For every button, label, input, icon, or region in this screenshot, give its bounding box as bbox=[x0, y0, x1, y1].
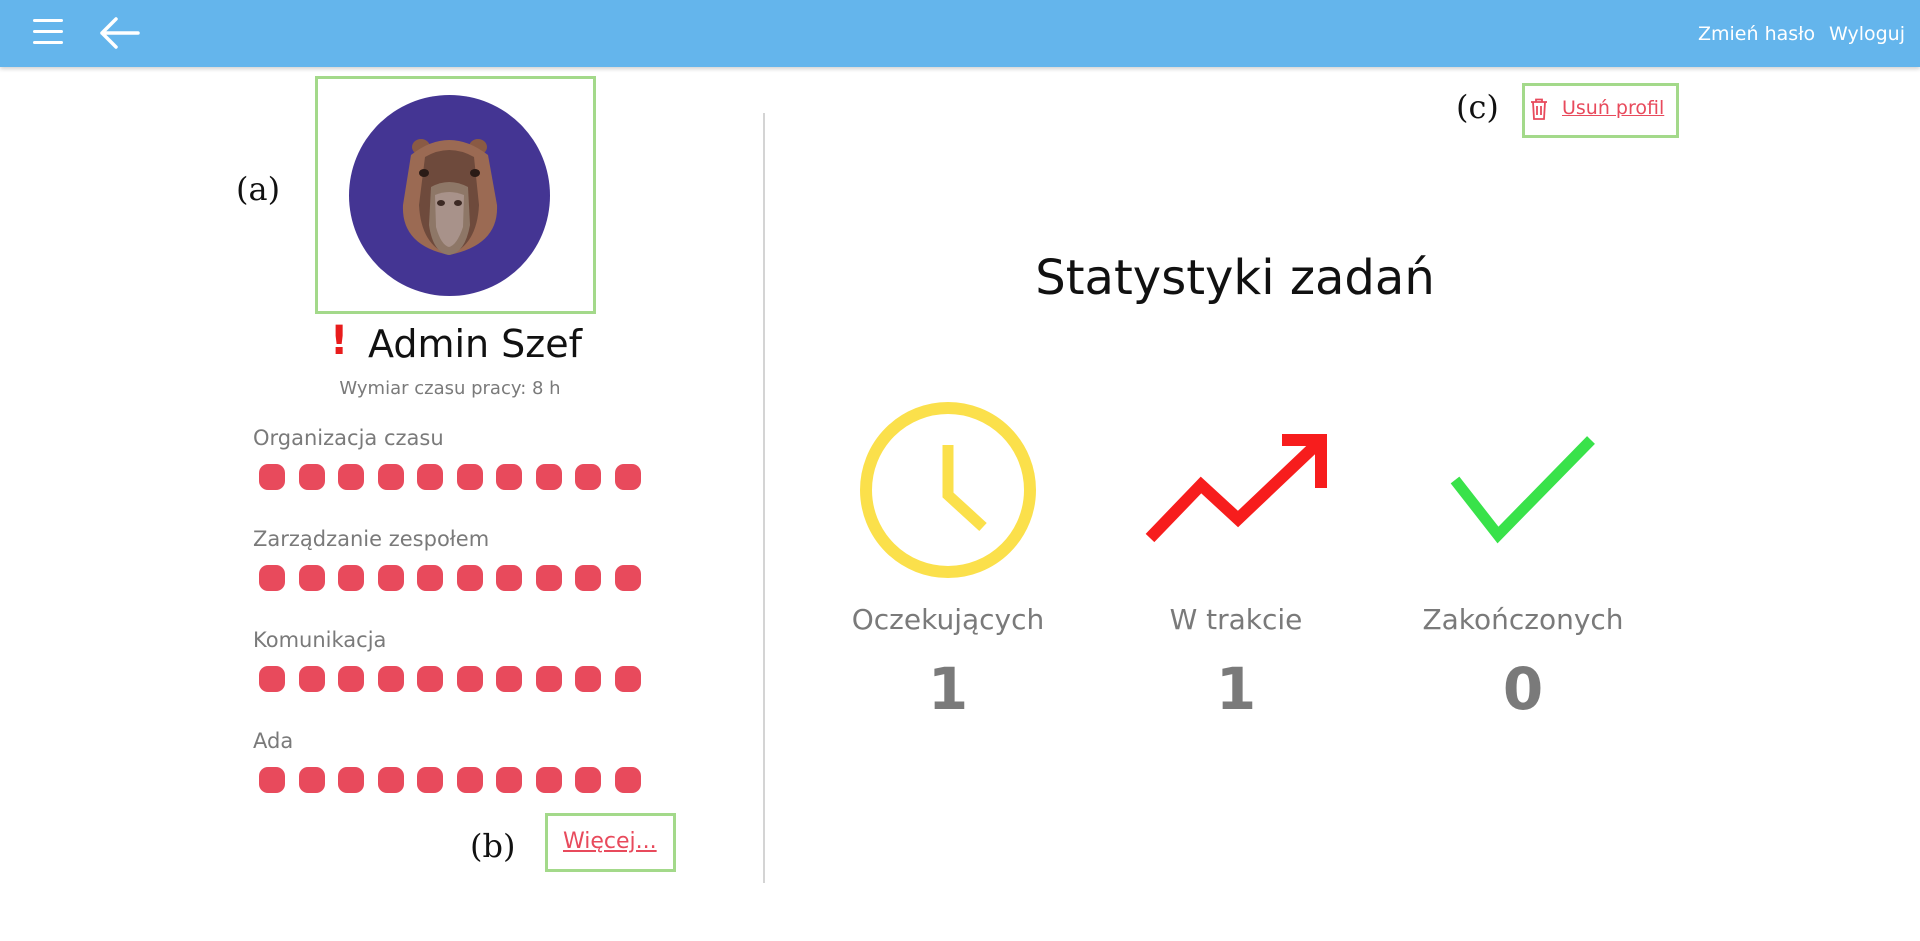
rating-dot bbox=[456, 464, 483, 490]
rating-dot bbox=[377, 666, 404, 692]
skill-item: Ada bbox=[253, 729, 653, 809]
rating-dot bbox=[417, 464, 443, 490]
top-app-bar: Zmień hasło Wyloguj bbox=[0, 0, 1920, 67]
skill-rating bbox=[259, 565, 659, 591]
rating-dot bbox=[575, 464, 601, 490]
rating-dot bbox=[377, 464, 404, 490]
rating-dot bbox=[377, 767, 404, 793]
skill-rating bbox=[259, 767, 659, 793]
rating-dot bbox=[535, 767, 562, 793]
rating-dot bbox=[496, 464, 522, 490]
skill-label: Organizacja czasu bbox=[253, 426, 444, 450]
hamburger-menu-icon[interactable] bbox=[33, 19, 63, 45]
check-icon bbox=[1450, 436, 1595, 544]
rating-dot bbox=[614, 464, 641, 490]
more-skills-link[interactable]: Więcej... bbox=[563, 829, 657, 854]
rating-dot bbox=[575, 565, 601, 591]
skill-item: Organizacja czasu bbox=[253, 426, 653, 506]
panel-divider bbox=[763, 113, 765, 883]
rating-dot bbox=[496, 565, 522, 591]
stat-value: 0 bbox=[1502, 655, 1544, 723]
stat-label: Oczekujących bbox=[851, 603, 1045, 636]
stats-title: Statystyki zadań bbox=[1035, 250, 1435, 306]
rating-dot bbox=[298, 666, 325, 692]
rating-dot bbox=[259, 464, 285, 490]
logout-link[interactable]: Wyloguj bbox=[1829, 23, 1905, 45]
rating-dot bbox=[496, 767, 522, 793]
rating-dot bbox=[338, 565, 364, 591]
rating-dot bbox=[298, 767, 325, 793]
rating-dot bbox=[614, 565, 641, 591]
rating-dot bbox=[259, 767, 285, 793]
skill-label: Komunikacja bbox=[253, 628, 387, 652]
rating-dot bbox=[456, 767, 483, 793]
callout-label-b: (b) bbox=[470, 827, 516, 865]
callout-label-c: (c) bbox=[1456, 88, 1499, 126]
rating-dot bbox=[259, 565, 285, 591]
rating-dot bbox=[298, 464, 325, 490]
stat-value: 1 bbox=[927, 655, 969, 723]
trending-up-icon bbox=[1145, 434, 1327, 543]
stat-in-progress: W trakcie 1 bbox=[1116, 395, 1356, 735]
rating-dot bbox=[535, 565, 562, 591]
rating-dot bbox=[417, 565, 443, 591]
skill-rating bbox=[259, 666, 659, 692]
stat-pending: Oczekujących 1 bbox=[828, 395, 1068, 735]
stat-completed: Zakończonych 0 bbox=[1403, 395, 1643, 735]
rating-dot bbox=[259, 666, 285, 692]
skill-item: Zarządzanie zespołem bbox=[253, 527, 653, 607]
rating-dot bbox=[338, 666, 364, 692]
rating-dot bbox=[417, 767, 443, 793]
rating-dot bbox=[456, 565, 483, 591]
trash-icon[interactable] bbox=[1530, 98, 1548, 120]
rating-dot bbox=[535, 666, 562, 692]
rating-dot bbox=[496, 666, 522, 692]
user-name: Admin Szef bbox=[368, 322, 583, 366]
rating-dot bbox=[417, 666, 443, 692]
callout-label-a: (a) bbox=[236, 170, 281, 208]
rating-dot bbox=[614, 666, 641, 692]
skill-rating bbox=[259, 464, 659, 490]
rating-dot bbox=[575, 767, 601, 793]
skill-label: Zarządzanie zespołem bbox=[253, 527, 490, 551]
stat-label: W trakcie bbox=[1169, 603, 1303, 636]
rating-dot bbox=[456, 666, 483, 692]
rating-dot bbox=[377, 565, 404, 591]
rating-dot bbox=[614, 767, 641, 793]
skill-label: Ada bbox=[253, 729, 294, 753]
rating-dot bbox=[338, 767, 364, 793]
alert-icon: ! bbox=[330, 318, 349, 364]
skill-item: Komunikacja bbox=[253, 628, 653, 708]
rating-dot bbox=[575, 666, 601, 692]
change-password-link[interactable]: Zmień hasło bbox=[1698, 23, 1815, 45]
clock-icon bbox=[860, 402, 1036, 578]
rating-dot bbox=[338, 464, 364, 490]
stat-value: 1 bbox=[1215, 655, 1257, 723]
stat-label: Zakończonych bbox=[1422, 603, 1624, 636]
delete-profile-link[interactable]: Usuń profil bbox=[1562, 97, 1664, 119]
work-hours-text: Wymiar czasu pracy: 8 h bbox=[339, 378, 561, 399]
capybara-avatar-icon[interactable] bbox=[349, 95, 550, 296]
back-arrow-icon[interactable] bbox=[98, 15, 140, 51]
rating-dot bbox=[298, 565, 325, 591]
rating-dot bbox=[535, 464, 562, 490]
user-name-row: ! Admin Szef bbox=[310, 318, 590, 368]
